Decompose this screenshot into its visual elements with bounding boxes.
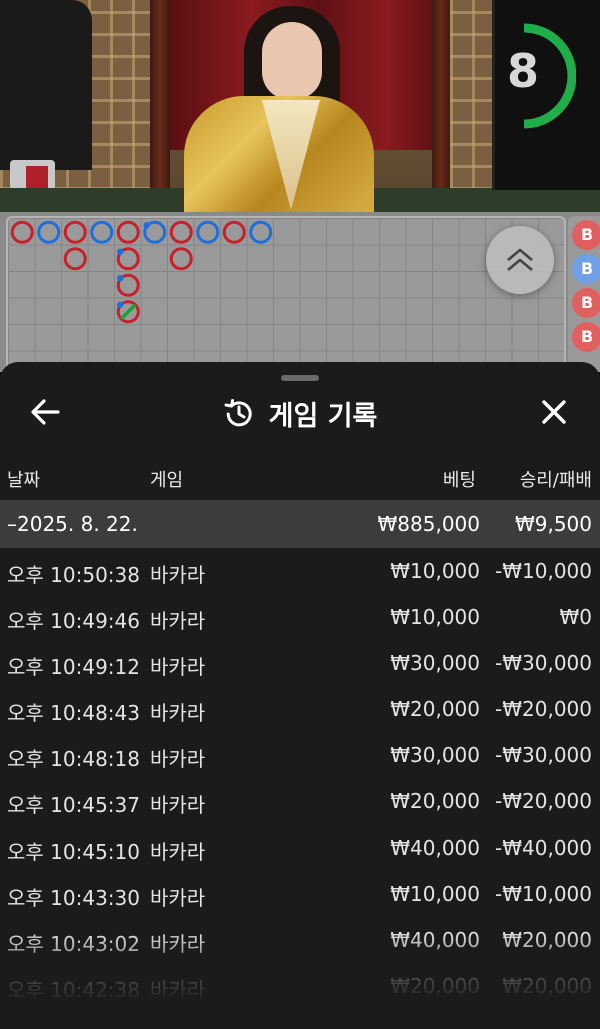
date-group-date: –2025. 8. 22. [7, 512, 138, 536]
lattice-screen-right [450, 0, 495, 212]
big-road-marks [10, 220, 273, 324]
row-winloss: -₩10,000 [495, 881, 592, 906]
prediction-chip: B [572, 322, 600, 352]
row-bet: ₩40,000 [390, 835, 480, 860]
countdown-timer-value: 8 [506, 44, 539, 98]
row-bet: ₩30,000 [390, 651, 480, 676]
date-group-winloss-total: ₩9,500 [514, 512, 592, 536]
banker-win-mark [10, 220, 34, 244]
drag-handle[interactable] [281, 375, 319, 381]
column-header-winloss: 승리/패배 [519, 470, 592, 491]
row-game: 바카라 [150, 931, 206, 956]
player-win-mark [196, 220, 220, 244]
person-left [0, 0, 92, 170]
tie-line-mark [120, 303, 137, 320]
row-game: 바카라 [150, 793, 206, 818]
player-pair-dot [117, 248, 124, 255]
row-time: 오후 10:45:10 [7, 839, 140, 864]
banker-win-mark [169, 220, 193, 244]
history-icon [224, 399, 252, 427]
column-header-date: 날짜 [7, 470, 41, 491]
double-chevron-up-icon [507, 248, 533, 271]
banker-win-mark [169, 247, 193, 271]
row-time: 오후 10:42:38 [7, 977, 140, 1002]
pillar-left [150, 0, 170, 212]
row-winloss: -₩20,000 [495, 789, 592, 814]
column-header-game: 게임 [150, 470, 184, 491]
row-bet: ₩10,000 [390, 559, 480, 583]
row-winloss: ₩20,000 [502, 973, 592, 998]
row-bet: ₩30,000 [390, 743, 480, 768]
row-game: 바카라 [150, 839, 206, 864]
row-game: 바카라 [150, 701, 206, 726]
table-row[interactable]: 오후 10:45:37 바카라 ₩20,000 -₩20,000 [0, 778, 600, 824]
dealer-face [262, 22, 322, 100]
row-time: 오후 10:48:18 [7, 747, 140, 772]
player-pair-dot [143, 222, 150, 229]
date-group-bet-total: ₩885,000 [377, 512, 480, 536]
player-win-mark [37, 220, 61, 244]
row-bet: ₩40,000 [390, 927, 480, 952]
player-win-mark [249, 220, 273, 244]
row-game: 바카라 [150, 655, 206, 680]
table-row[interactable]: 오후 10:50:38 바카라 ₩10,000 -₩10,000 [0, 548, 600, 594]
prediction-sidebar: BBBB [568, 216, 600, 372]
row-bet: ₩20,000 [390, 973, 480, 998]
table-row[interactable]: 오후 10:48:43 바카라 ₩20,000 -₩20,000 [0, 686, 600, 732]
panel-header: 게임 기록 [0, 392, 600, 434]
row-bet: ₩10,000 [390, 881, 480, 906]
player-pair-dot [117, 275, 124, 282]
row-bet: ₩20,000 [390, 789, 480, 814]
table-row[interactable]: 오후 10:43:02 바카라 ₩40,000 ₩20,000 [0, 917, 600, 963]
game-history-panel: 게임 기록 날짜 게임 베팅 승리/패배 –2025. 8. 22. ₩885,… [0, 362, 600, 1029]
player-win-mark [90, 220, 114, 244]
history-list: 오후 10:50:38 바카라 ₩10,000 -₩10,000 오후 10:4… [0, 548, 600, 1009]
row-winloss: -₩30,000 [495, 651, 592, 676]
banker-win-mark [63, 247, 87, 271]
banker-win-mark [222, 220, 246, 244]
close-button[interactable] [534, 392, 574, 432]
big-road-grid [6, 216, 566, 372]
prediction-chip: B [572, 220, 600, 250]
pillar-right [432, 0, 450, 212]
row-winloss: ₩0 [559, 605, 593, 630]
table-row[interactable]: 오후 10:43:30 바카라 ₩10,000 -₩10,000 [0, 871, 600, 917]
column-header-bet: 베팅 [442, 470, 476, 491]
row-game: 바카라 [150, 563, 206, 587]
table-header: 날짜 게임 베팅 승리/패배 [0, 462, 600, 494]
prediction-chip: B [572, 254, 600, 284]
row-time: 오후 10:45:37 [7, 793, 140, 818]
table-row[interactable]: 오후 10:48:18 바카라 ₩30,000 -₩30,000 [0, 732, 600, 778]
table-row[interactable]: 오후 10:42:38 바카라 ₩20,000 ₩20,000 [0, 963, 600, 1009]
row-winloss: -₩20,000 [495, 697, 592, 722]
banker-win-mark [116, 220, 140, 244]
collapse-scoreboard-button[interactable] [486, 226, 554, 294]
panel-title: 게임 기록 [268, 400, 378, 432]
row-winloss: -₩10,000 [495, 559, 592, 583]
table-row[interactable]: 오후 10:45:10 바카라 ₩40,000 -₩40,000 [0, 825, 600, 871]
table-row[interactable]: 오후 10:49:46 바카라 ₩10,000 ₩0 [0, 594, 600, 640]
close-icon [542, 400, 566, 424]
live-dealer-video: 8 [0, 0, 600, 212]
row-winloss: -₩30,000 [495, 743, 592, 768]
row-bet: ₩10,000 [390, 605, 480, 630]
prediction-chip: B [572, 288, 600, 318]
row-winloss: -₩40,000 [495, 835, 592, 860]
row-game: 바카라 [150, 747, 206, 772]
row-time: 오후 10:43:30 [7, 885, 140, 910]
row-time: 오후 10:49:12 [7, 655, 140, 680]
date-group-row[interactable]: –2025. 8. 22. ₩885,000 ₩9,500 [0, 500, 600, 548]
banker-win-mark [63, 220, 87, 244]
row-bet: ₩20,000 [390, 697, 480, 722]
row-winloss: ₩20,000 [502, 927, 592, 952]
player-pair-dot [117, 301, 124, 308]
row-game: 바카라 [150, 977, 206, 1002]
row-time: 오후 10:48:43 [7, 701, 140, 726]
row-game: 바카라 [150, 885, 206, 910]
row-game: 바카라 [150, 609, 206, 634]
row-time: 오후 10:49:46 [7, 609, 140, 634]
table-row[interactable]: 오후 10:49:12 바카라 ₩30,000 -₩30,000 [0, 640, 600, 686]
row-time: 오후 10:43:02 [7, 931, 140, 956]
row-time: 오후 10:50:38 [7, 563, 140, 587]
